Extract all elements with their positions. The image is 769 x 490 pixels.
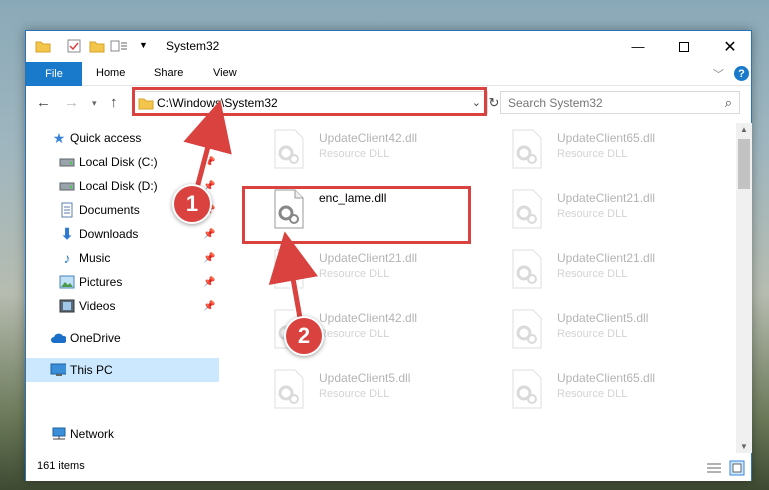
annotation-arrows	[183, 99, 318, 319]
step-1-badge: 1	[172, 184, 212, 224]
arrow-1	[183, 99, 232, 189]
step-2-badge: 2	[284, 316, 324, 356]
